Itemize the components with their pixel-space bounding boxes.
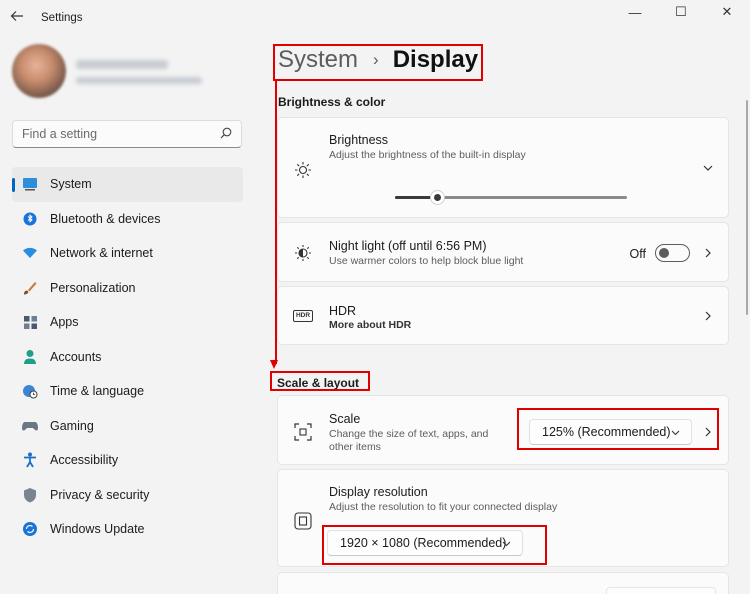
- apps-icon: [22, 314, 38, 330]
- sidebar-item-accessibility[interactable]: Accessibility: [12, 443, 243, 478]
- breadcrumb-parent[interactable]: System: [278, 46, 358, 74]
- gamepad-icon: [22, 418, 38, 434]
- search-box[interactable]: [12, 120, 242, 148]
- avatar: [12, 44, 66, 98]
- toggle-knob: [659, 248, 669, 258]
- scale-dropdown-value: 125% (Recommended): [542, 425, 671, 439]
- maximize-icon: ☐: [675, 4, 687, 19]
- chevron-right-icon[interactable]: [702, 426, 714, 438]
- user-profile[interactable]: [12, 44, 242, 100]
- scale-icon: [294, 423, 312, 441]
- chevron-down-icon[interactable]: [702, 162, 714, 174]
- night-light-card[interactable]: Night light (off until 6:56 PM) Use warm…: [277, 222, 729, 282]
- search-icon[interactable]: [219, 126, 233, 140]
- sidebar-item-privacy-security[interactable]: Privacy & security: [12, 478, 243, 513]
- sidebar-item-accounts[interactable]: Accounts: [12, 340, 243, 375]
- display-resolution-card[interactable]: Display resolution Adjust the resolution…: [277, 469, 729, 567]
- app-title: Settings: [41, 12, 83, 24]
- sidebar-item-label: Gaming: [50, 418, 94, 433]
- scale-title: Scale: [329, 412, 361, 426]
- user-name-blurred: [76, 60, 168, 69]
- chevron-right-icon[interactable]: [702, 247, 714, 259]
- night-light-icon: [295, 245, 311, 261]
- sidebar-item-bluetooth[interactable]: Bluetooth & devices: [12, 202, 243, 237]
- sidebar-item-windows-update[interactable]: Windows Update: [12, 512, 243, 547]
- display-resolution-title: Display resolution: [329, 485, 428, 499]
- search-input[interactable]: [22, 127, 212, 141]
- sidebar-item-personalization[interactable]: Personalization: [12, 271, 243, 306]
- night-light-description: Use warmer colors to help block blue lig…: [329, 255, 524, 267]
- sidebar-item-network[interactable]: Network & internet: [12, 236, 243, 271]
- sun-icon: [295, 162, 311, 178]
- next-setting-control[interactable]: [606, 587, 716, 594]
- page-title: Display: [392, 46, 479, 73]
- scale-description-line2: other items: [329, 441, 381, 453]
- brightness-slider[interactable]: [395, 190, 627, 205]
- next-setting-card[interactable]: [277, 572, 729, 594]
- hdr-card[interactable]: HDR HDR More about HDR: [277, 286, 729, 345]
- sidebar-item-system[interactable]: System: [12, 167, 243, 202]
- resolution-dropdown-value: 1920 × 1080 (Recommended): [340, 536, 507, 550]
- sidebar-item-label: Time & language: [50, 384, 145, 399]
- brightness-title: Brightness: [329, 133, 389, 147]
- breadcrumb-chevron-icon: ›: [373, 50, 379, 69]
- sidebar-nav: System Bluetooth & devices Network & int…: [12, 167, 243, 547]
- sidebar-item-label: Accessibility: [50, 453, 119, 468]
- accessibility-icon: [22, 452, 38, 468]
- chevron-down-icon: [671, 430, 680, 436]
- title-bar: Settings — ☐ ✕: [0, 0, 750, 38]
- system-icon: [22, 176, 38, 192]
- hdr-title: HDR: [329, 304, 357, 318]
- brightness-card[interactable]: Brightness Adjust the brightness of the …: [277, 117, 729, 218]
- resolution-icon: [294, 512, 312, 530]
- back-button[interactable]: [10, 9, 30, 29]
- night-light-toggle[interactable]: [655, 244, 690, 262]
- sidebar-item-label: System: [50, 177, 92, 192]
- sidebar-item-label: Personalization: [50, 280, 136, 295]
- brush-icon: [22, 280, 38, 296]
- sidebar-item-time-language[interactable]: Time & language: [12, 374, 243, 409]
- scale-description-line1: Change the size of text, apps, and: [329, 428, 489, 440]
- hdr-link[interactable]: More about HDR: [329, 319, 411, 332]
- chevron-down-icon: [502, 541, 511, 547]
- night-light-state: Off: [629, 247, 646, 261]
- maximize-button[interactable]: ☐: [658, 0, 704, 24]
- brightness-description: Adjust the brightness of the built-in di…: [329, 149, 526, 161]
- hdr-icon: HDR: [293, 310, 313, 322]
- scrollbar-thumb[interactable]: [746, 100, 748, 315]
- window-controls: — ☐ ✕: [612, 0, 750, 24]
- wifi-icon: [22, 245, 38, 261]
- chevron-right-icon[interactable]: [702, 310, 714, 322]
- section-title-brightness-color: Brightness & color: [278, 95, 386, 109]
- breadcrumb: System › Display: [278, 46, 478, 74]
- close-icon: ✕: [721, 4, 733, 19]
- sidebar-item-label: Accounts: [50, 349, 102, 364]
- bluetooth-icon: [22, 211, 38, 227]
- sidebar-item-apps[interactable]: Apps: [12, 305, 243, 340]
- section-title-scale-layout: Scale & layout: [277, 376, 360, 390]
- minimize-button[interactable]: —: [612, 0, 658, 24]
- account-icon: [22, 349, 38, 365]
- minimize-icon: —: [628, 4, 642, 20]
- night-light-title: Night light (off until 6:56 PM): [329, 239, 487, 253]
- resolution-dropdown[interactable]: 1920 × 1080 (Recommended): [327, 530, 523, 556]
- sidebar-item-label: Windows Update: [50, 522, 145, 537]
- back-arrow-icon: [10, 11, 23, 21]
- shield-icon: [22, 487, 38, 503]
- user-email-blurred: [76, 77, 202, 84]
- globe-clock-icon: [22, 383, 38, 399]
- sidebar-item-label: Bluetooth & devices: [50, 211, 161, 226]
- sidebar-item-gaming[interactable]: Gaming: [12, 409, 243, 444]
- sidebar-item-label: Network & internet: [50, 246, 153, 261]
- annotation-arrowhead: [270, 360, 278, 369]
- close-button[interactable]: ✕: [704, 0, 750, 24]
- sidebar-item-label: Privacy & security: [50, 487, 150, 502]
- slider-thumb[interactable]: [429, 190, 445, 205]
- scale-dropdown[interactable]: 125% (Recommended): [529, 419, 692, 445]
- scale-card[interactable]: Scale Change the size of text, apps, and…: [277, 395, 729, 465]
- update-icon: [22, 521, 38, 537]
- display-resolution-description: Adjust the resolution to fit your connec…: [329, 501, 558, 513]
- sidebar-item-label: Apps: [50, 315, 79, 330]
